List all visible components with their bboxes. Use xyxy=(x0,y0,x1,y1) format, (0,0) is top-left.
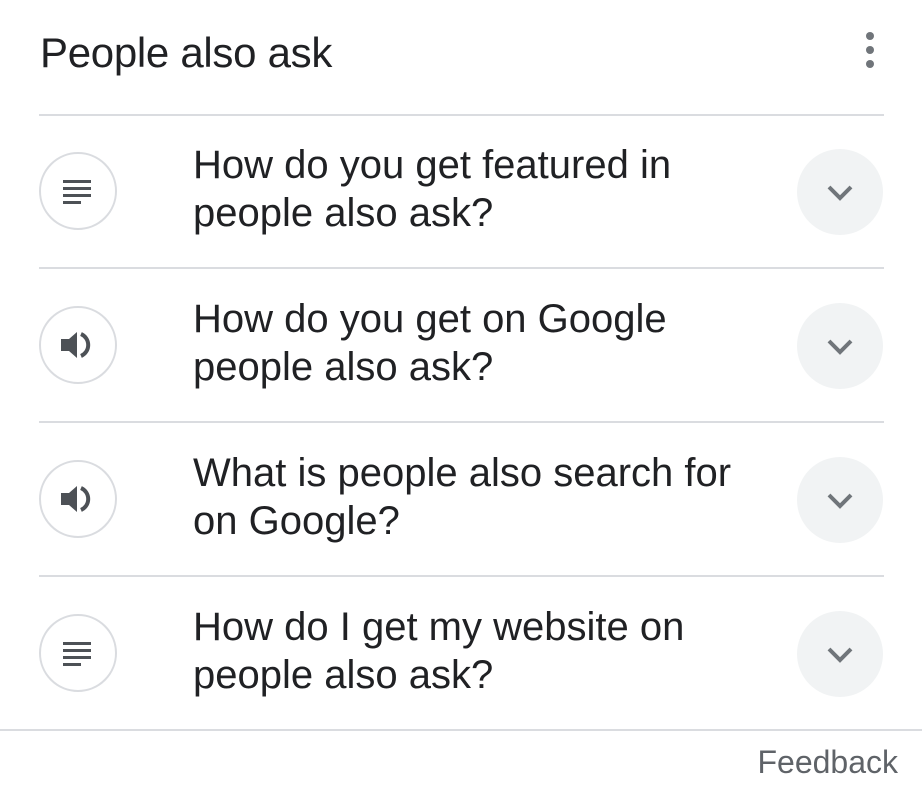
text-snippet-icon xyxy=(39,614,117,692)
expand-button[interactable] xyxy=(797,149,883,235)
text-snippet-icon xyxy=(39,152,117,230)
speaker-icon xyxy=(39,306,117,384)
more-options-button[interactable] xyxy=(852,30,888,70)
more-vertical-icon-dot xyxy=(866,60,874,68)
expand-button[interactable] xyxy=(797,303,883,389)
chevron-down-icon xyxy=(827,185,853,201)
footer-divider xyxy=(0,729,922,731)
question-item[interactable]: What is people also search for on Google… xyxy=(39,423,884,575)
section-title: People also ask xyxy=(40,29,333,76)
question-text: How do you get featured in people also a… xyxy=(193,143,672,235)
question-item[interactable]: How do you get featured in people also a… xyxy=(39,115,884,267)
expand-button[interactable] xyxy=(797,611,883,697)
question-item[interactable]: How do I get my website on people also a… xyxy=(39,577,884,729)
more-vertical-icon xyxy=(866,32,874,40)
question-text: How do you get on Google people also ask… xyxy=(193,297,667,389)
chevron-down-icon xyxy=(827,647,853,663)
question-text: What is people also search for on Google… xyxy=(193,451,732,543)
chevron-down-icon xyxy=(827,339,853,355)
speaker-icon xyxy=(39,460,117,538)
feedback-link[interactable]: Feedback xyxy=(757,742,898,782)
header: People also ask xyxy=(0,0,922,115)
question-text: How do I get my website on people also a… xyxy=(193,605,685,697)
expand-button[interactable] xyxy=(797,457,883,543)
question-item[interactable]: How do you get on Google people also ask… xyxy=(39,269,884,421)
chevron-down-icon xyxy=(827,493,853,509)
more-vertical-icon-dot xyxy=(866,46,874,54)
